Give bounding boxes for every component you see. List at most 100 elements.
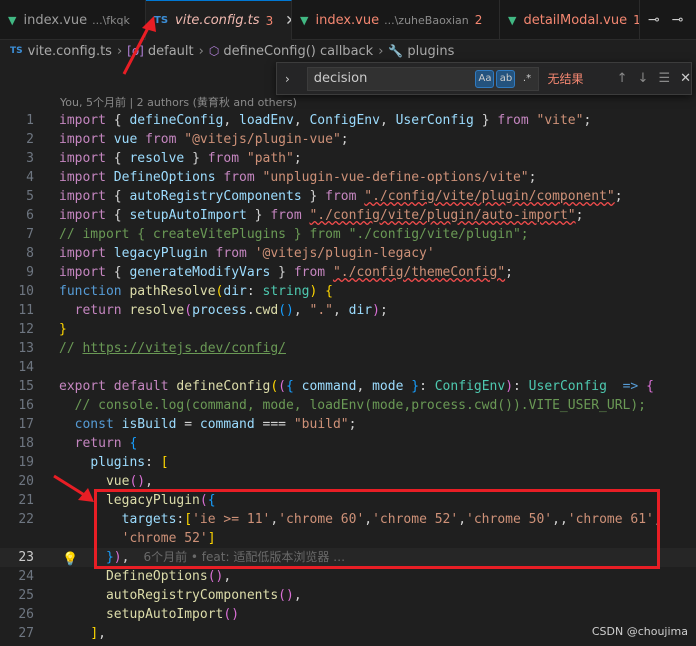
code-token: : — [246, 284, 263, 299]
code-token: } — [270, 265, 294, 280]
code-line[interactable]: 17 const isBuild = command === "build"; — [0, 415, 696, 434]
code-token: } — [59, 322, 67, 337]
code-token: UserConfig — [528, 379, 615, 394]
code-token: legacyPlugin — [113, 246, 216, 261]
source-control-graph-icon[interactable]: ⊸ — [672, 12, 684, 28]
code-text: setupAutoImport() — [59, 605, 239, 624]
code-line[interactable]: 11 return resolve(process.cwd(), ".", di… — [0, 301, 696, 320]
arrow-up-icon[interactable]: ↑ — [617, 71, 628, 86]
toggle-replace-chevron-icon[interactable]: › — [285, 72, 301, 86]
editor-tab-bar: ▼ index.vue ...\fkqk TS vite.config.ts 3… — [0, 0, 696, 40]
find-input[interactable]: decision Aa ab .* — [306, 66, 540, 91]
find-in-selection-icon[interactable]: ☰ — [658, 71, 670, 86]
code-token: , — [332, 303, 349, 318]
arrow-down-icon[interactable]: ↓ — [638, 71, 649, 86]
code-token: command — [199, 417, 255, 432]
code-line[interactable]: 10 function pathResolve(dir: string) { — [0, 282, 696, 301]
code-token: // — [59, 341, 83, 356]
code-token: , — [356, 379, 373, 394]
code-line[interactable]: 9 import { generateModifyVars } from "./c… — [0, 263, 696, 282]
code-line[interactable]: 5 import { autoRegistryComponents } from … — [0, 187, 696, 206]
code-line[interactable]: 18 return { — [0, 434, 696, 453]
code-text: // https://vitejs.dev/config/ — [59, 339, 286, 358]
code-line[interactable]: 4 import DefineOptions from "unplugin-vue… — [0, 168, 696, 187]
code-line[interactable]: 25 autoRegistryComponents(), — [0, 586, 696, 605]
code-token: ] — [90, 626, 99, 641]
code-line[interactable]: 13 // https://vitejs.dev/config/ — [0, 339, 696, 358]
tab-vite-config[interactable]: TS vite.config.ts 3 ✕ — [146, 0, 292, 40]
line-number: 24 — [18, 569, 34, 584]
code-token: ( — [270, 379, 279, 394]
whole-word-toggle[interactable]: ab — [496, 69, 516, 88]
code-token: autoRegistryComponents — [105, 588, 279, 603]
code-line[interactable]: 2 import vue from "@vitejs/plugin-vue"; — [0, 130, 696, 149]
line-number: 3 — [26, 151, 34, 166]
codelens-blame[interactable]: You, 5个月前 | 2 authors (黄育秋 and others) — [0, 95, 696, 111]
code-token: pathResolve — [129, 284, 216, 299]
match-case-toggle[interactable]: Aa — [475, 69, 495, 88]
code-line[interactable]: 16 // console.log(command, mode, loadEnv… — [0, 396, 696, 415]
code-line[interactable]: 24 DefineOptions(), — [0, 567, 696, 586]
line-number: 17 — [18, 417, 34, 432]
code-token: , — [223, 113, 240, 128]
code-token: { — [113, 189, 130, 204]
typescript-file-icon: TS — [10, 46, 23, 56]
code-line[interactable]: 7 // import { createVitePlugins } from ".… — [0, 225, 696, 244]
code-token: "build" — [293, 417, 349, 432]
method-symbol-icon: ⬡ — [208, 44, 220, 58]
code-token: loadEnv — [239, 113, 294, 128]
code-line[interactable]: 26 setupAutoImport() — [0, 605, 696, 624]
code-token: defineConfig — [129, 113, 224, 128]
code-token: process — [192, 303, 247, 318]
tab-actions: ⊸ ⊸ — [640, 0, 683, 39]
code-text: // import { createVitePlugins } from "./… — [59, 225, 529, 244]
code-line[interactable]: 6 import { setupAutoImport } from "./conf… — [0, 206, 696, 225]
code-line[interactable]: 8 import legacyPlugin from '@vitejs/plugi… — [0, 244, 696, 263]
code-line[interactable]: 1 import { defineConfig, loadEnv, ConfigE… — [0, 111, 696, 130]
breadcrumb-plugins[interactable]: plugins — [407, 44, 454, 59]
find-query[interactable]: decision — [314, 71, 476, 86]
tab-index-vue-zuhebaoxian[interactable]: ▼ index.vue ...\zuheBaoxian 2 — [292, 0, 500, 40]
code-token: "unplugin-vue-define-options/vite" — [262, 170, 529, 185]
code-line[interactable]: 3 import { resolve } from "path"; — [0, 149, 696, 168]
code-token: "vite" — [536, 113, 584, 128]
code-token: "." — [309, 303, 333, 318]
line-number: 23 — [18, 550, 34, 565]
code-token: , — [98, 626, 106, 641]
code-token: from — [223, 170, 263, 185]
vue-file-icon: ▼ — [8, 13, 17, 27]
breadcrumb-callback[interactable]: defineConfig() callback — [223, 44, 373, 59]
find-widget: › decision Aa ab .* 无结果 ↑ ↓ ☰ ✕ — [276, 62, 692, 95]
line-number: 16 — [18, 398, 34, 413]
code-token: ) — [372, 303, 380, 318]
breadcrumb-file[interactable]: vite.config.ts — [28, 44, 112, 59]
code-text: import { defineConfig, loadEnv, ConfigEn… — [59, 111, 591, 130]
code-token: ; — [614, 189, 623, 204]
tab-label: index.vue — [23, 12, 88, 28]
close-icon[interactable]: ✕ — [680, 71, 691, 86]
code-text: return resolve(process.cwd(), ".", dir); — [59, 301, 388, 320]
code-token: UserConfig — [395, 113, 474, 128]
code-text: DefineOptions(), — [59, 567, 231, 586]
code-line[interactable]: 15 export default defineConfig(({ command… — [0, 377, 696, 396]
code-token: "./config/vite/plugin/component" — [364, 189, 615, 204]
code-token: import — [59, 189, 114, 204]
source-control-commit-icon[interactable]: ⊸ — [648, 12, 660, 28]
code-line[interactable]: 14 — [0, 358, 696, 377]
code-line[interactable]: 19 plugins: [ — [0, 453, 696, 472]
regex-toggle[interactable]: .* — [517, 70, 536, 88]
code-token: defineConfig — [176, 379, 271, 394]
code-line[interactable]: 12} — [0, 320, 696, 339]
code-token: "./config/vite/plugin/auto-import" — [309, 208, 576, 223]
code-token: import — [59, 170, 114, 185]
tab-detailmodal-vue[interactable]: ▼ detailModal.vue 1 — [500, 0, 640, 40]
code-token: () — [278, 303, 294, 318]
code-token: ( — [184, 303, 193, 318]
close-icon[interactable]: ✕ — [285, 13, 291, 29]
code-token: , — [293, 113, 310, 128]
code-token: => — [622, 379, 647, 394]
